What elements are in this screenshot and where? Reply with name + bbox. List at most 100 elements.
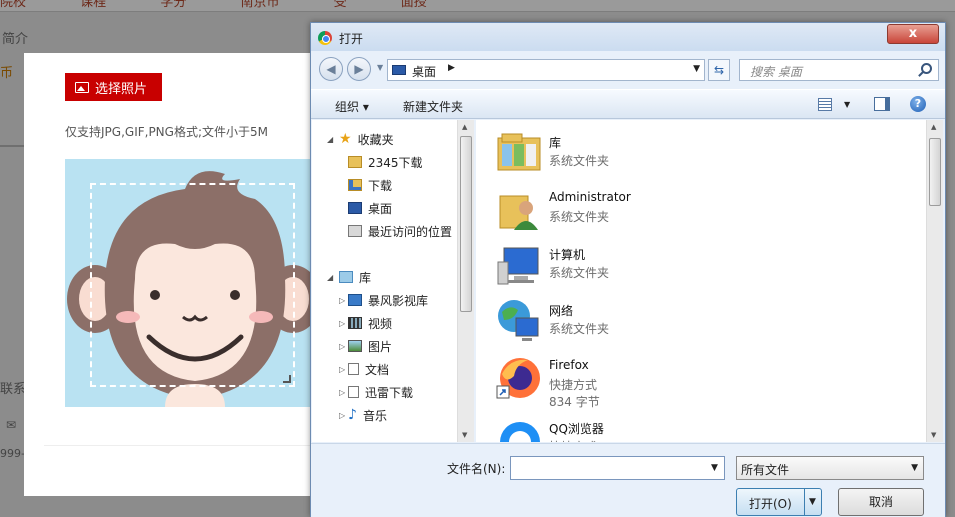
breadcrumb-arrow-icon[interactable]: ▶ [448,63,455,73]
expanded-triangle-icon[interactable]: ◢ [327,273,333,282]
scroll-down-icon[interactable]: ▼ [931,431,936,439]
tree-libraries[interactable]: 库 [339,267,371,287]
tree-item-xunlei[interactable]: 迅雷下载 [348,382,413,402]
collapsed-triangle-icon[interactable]: ▷ [339,319,345,328]
address-text: 桌面 [412,65,437,79]
file-type-value: 所有文件 [741,463,790,477]
bg-link: 南京市 [240,0,280,10]
collapsed-triangle-icon[interactable]: ▷ [339,411,345,420]
refresh-button[interactable]: ⇆ [708,59,730,81]
bg-link: 院校 [0,0,27,10]
split-divider [804,489,805,515]
resize-handle-icon[interactable] [283,375,291,383]
file-type: 快捷方式 [549,378,598,392]
scroll-down-icon[interactable]: ▼ [462,431,467,439]
tree-item-music[interactable]: ♪ 音乐 [348,405,387,425]
file-type: 系统文件夹 [549,266,610,280]
close-button[interactable]: x [887,24,939,44]
file-name: 库 [549,136,562,150]
network-globe-icon [498,300,539,341]
dialog-titlebar[interactable]: 打开 x [311,23,945,51]
open-button-label: 打开(O) [749,497,792,511]
desktop-icon [392,65,406,75]
collapsed-triangle-icon[interactable]: ▷ [339,342,345,351]
tree-item-baofeng[interactable]: 暴风影视库 [348,290,428,310]
document-icon [348,363,359,375]
file-type: 系统文件夹 [549,210,610,224]
crop-selection-box[interactable] [90,183,295,387]
file-item-administrator[interactable]: Administrator 系统文件夹 [496,184,916,240]
scroll-up-icon[interactable]: ▲ [931,123,936,131]
filename-dropdown-icon[interactable]: ▼ [711,463,718,473]
tree-item-videos[interactable]: 视频 [348,313,392,333]
collapsed-triangle-icon[interactable]: ▷ [339,365,345,374]
back-button[interactable]: ◀ [319,57,343,81]
search-icon[interactable] [921,63,932,74]
navigation-tree: ◢ ★ 收藏夹 2345下载 下载 桌面 最近访问的位置 ◢ 库 ▷ 暴风影视库… [312,120,461,442]
search-box[interactable]: 搜索 桌面 [739,59,939,81]
tree-item-pictures[interactable]: 图片 [348,336,392,356]
recent-locations-dropdown-icon[interactable]: ▼ [377,63,383,72]
filename-input[interactable] [510,456,725,480]
tree-item-recent[interactable]: 最近访问的位置 [348,221,452,241]
tree-scrollbar[interactable]: ▲ ▼ [457,120,474,442]
organize-menu[interactable]: 组织 ▾ [335,98,369,115]
file-item-library[interactable]: 库 系统文件夹 [496,128,916,184]
library-folder-icon [497,133,541,171]
file-list-scroll-thumb[interactable] [929,138,941,206]
collapsed-triangle-icon[interactable]: ▷ [339,388,345,397]
tree-label: 库 [359,270,372,285]
film-icon [348,317,362,329]
open-options-dropdown-icon[interactable]: ▼ [809,497,816,507]
recent-places-icon [348,225,362,237]
help-icon[interactable]: ? [910,96,926,112]
scroll-up-icon[interactable]: ▲ [462,123,467,131]
address-bar[interactable]: 桌面 ▶ ▼ [387,59,705,81]
bg-link: 学分 [160,0,187,10]
file-item-network[interactable]: 网络 系统文件夹 [496,296,916,352]
new-folder-button[interactable]: 新建文件夹 [403,98,463,115]
tree-label: 下载 [368,178,393,193]
file-item-firefox[interactable]: Firefox 快捷方式 834 字节 [496,352,916,414]
tree-label: 视频 [368,316,393,331]
file-item-qq-browser[interactable]: QQ浏览器 快捷方式 [496,414,916,442]
tree-item-desktop[interactable]: 桌面 [348,198,392,218]
tree-item-downloads[interactable]: 下载 [348,175,392,195]
folder-icon [348,156,362,168]
view-dropdown-icon[interactable]: ▼ [844,100,850,109]
file-type: 系统文件夹 [549,322,610,336]
file-type-select[interactable]: 所有文件 ▼ [736,456,924,480]
dialog-footer: 文件名(N): ▼ 所有文件 ▼ 打开(O) ▼ 取消 [311,443,945,517]
tree-favorites[interactable]: ★ 收藏夹 [339,129,394,149]
back-arrow-icon: ◀ [326,62,336,76]
collapsed-triangle-icon[interactable]: ▷ [339,296,345,305]
chevron-down-icon: ▼ [911,463,918,473]
library-icon [339,271,353,283]
choose-photo-button[interactable]: 选择照片 [65,73,162,101]
address-dropdown-icon[interactable]: ▼ [693,64,700,74]
bg-phone: 999- [0,447,25,460]
preview-pane-icon[interactable] [874,97,890,111]
cancel-button[interactable]: 取消 [838,488,924,516]
open-button[interactable]: 打开(O) ▼ [736,488,822,516]
picture-icon [348,340,362,352]
user-folder-icon [499,195,538,230]
tree-item-2345-download[interactable]: 2345下载 [348,152,423,172]
file-name: 网络 [549,304,574,318]
file-name: Administrator [549,190,631,204]
command-bar: 组织 ▾ 新建文件夹 ▼ ? [311,89,945,119]
avatar-preview [65,159,324,407]
tree-item-documents[interactable]: 文档 [348,359,389,379]
file-item-computer[interactable]: 计算机 系统文件夹 [496,240,916,296]
choose-photo-label: 选择照片 [95,81,148,97]
forward-arrow-icon: ▶ [354,62,364,76]
view-options-icon[interactable] [818,98,832,111]
file-list-scrollbar[interactable]: ▲ ▼ [926,120,943,442]
music-note-icon: ♪ [348,407,357,423]
navigation-bar: ◀ ▶ ▼ 桌面 ▶ ▼ ⇆ 搜索 桌面 [311,53,945,85]
forward-button[interactable]: ▶ [347,57,371,81]
qq-browser-icon [500,422,540,442]
tree-scroll-thumb[interactable] [460,136,472,312]
tree-label: 收藏夹 [357,132,394,147]
expanded-triangle-icon[interactable]: ◢ [327,135,333,144]
